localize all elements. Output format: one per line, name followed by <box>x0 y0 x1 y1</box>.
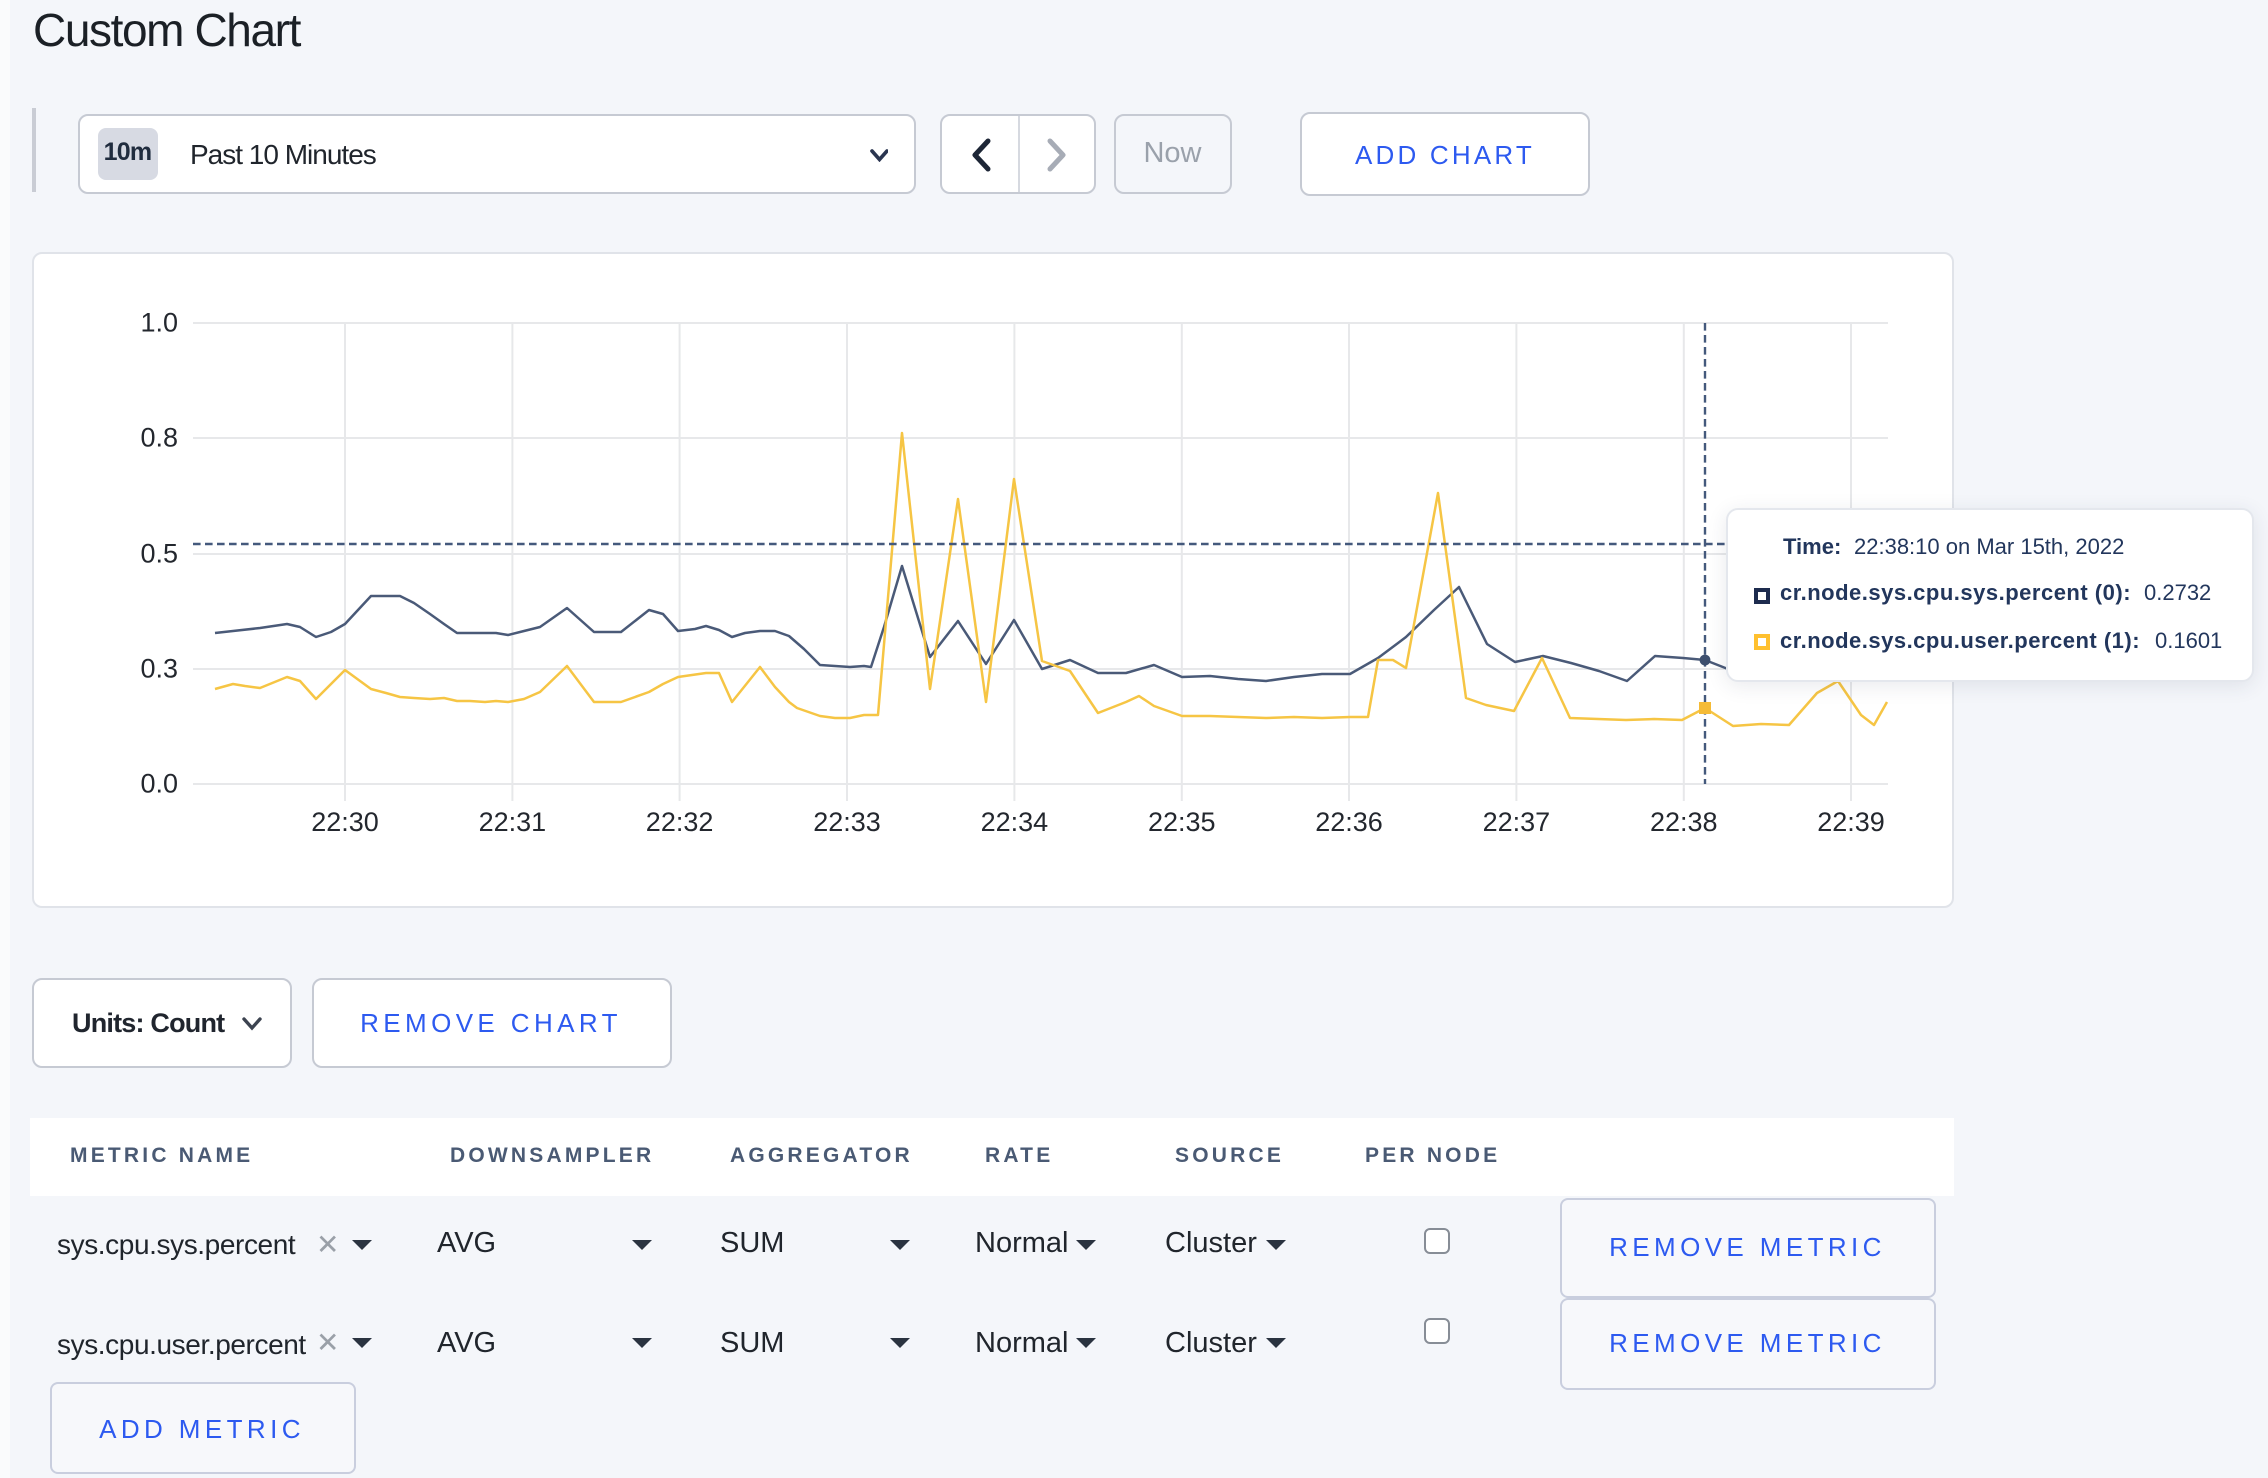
svg-text:1.0: 1.0 <box>139 306 177 336</box>
svg-text:22:30: 22:30 <box>310 806 378 836</box>
svg-text:22:32: 22:32 <box>645 806 713 836</box>
svg-text:22:35: 22:35 <box>1147 806 1215 836</box>
svg-text:22:37: 22:37 <box>1482 806 1550 836</box>
svg-text:22:39: 22:39 <box>1816 806 1884 836</box>
svg-text:22:36: 22:36 <box>1314 806 1382 836</box>
svg-text:0.3: 0.3 <box>139 652 177 682</box>
svg-text:0.0: 0.0 <box>139 767 177 797</box>
svg-text:0.8: 0.8 <box>139 421 177 451</box>
svg-text:22:31: 22:31 <box>478 806 546 836</box>
svg-text:22:34: 22:34 <box>980 806 1048 836</box>
svg-text:0.5: 0.5 <box>139 537 177 567</box>
svg-text:22:33: 22:33 <box>812 806 880 836</box>
svg-text:22:38: 22:38 <box>1649 806 1717 836</box>
